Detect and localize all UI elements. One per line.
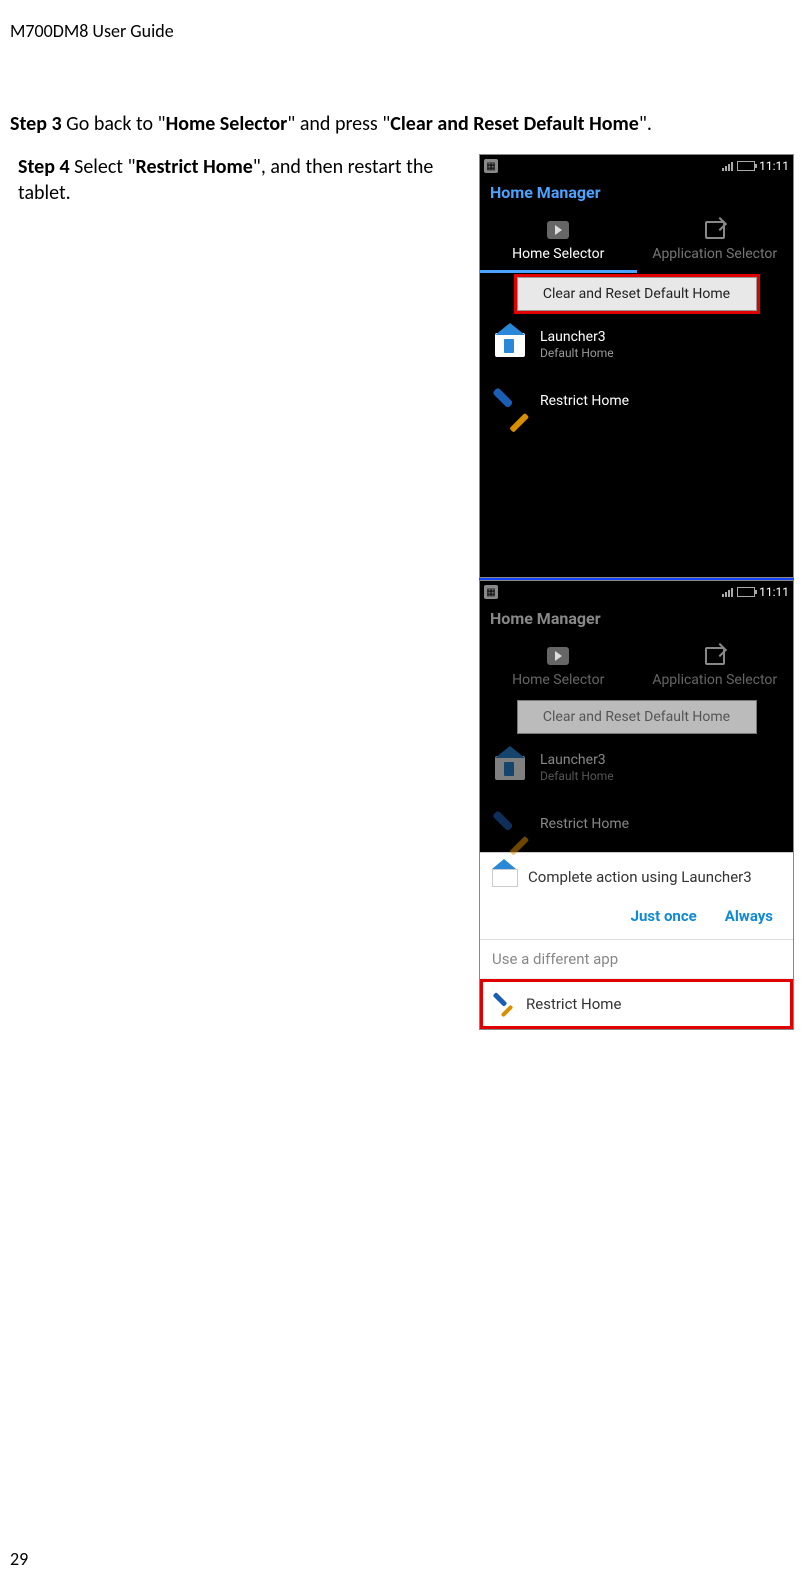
step4-t1: Select " xyxy=(70,155,136,179)
launch-icon xyxy=(705,221,725,239)
tab-home-selector: Home Selector xyxy=(480,634,637,696)
step4-line: Step 4 Select "Restrict Home", and then … xyxy=(18,154,469,206)
house-icon xyxy=(495,333,525,357)
tab-app-selector: Application Selector xyxy=(637,634,794,696)
step3-prefix: Step 3 xyxy=(10,112,62,136)
app-title: Home Manager xyxy=(480,177,793,208)
status-bar: ▦ 11:11 xyxy=(480,581,793,603)
signal-icon xyxy=(722,587,733,597)
status-bar: ▦ 11:11 xyxy=(480,155,793,177)
launcher-item-restrict[interactable]: Restrict Home xyxy=(480,373,793,429)
page-number: 29 xyxy=(10,1548,28,1570)
always-button[interactable]: Always xyxy=(725,907,773,925)
chooser-restrict-home[interactable]: Restrict Home xyxy=(480,979,793,1029)
step3-b2: Clear and Reset Default Home xyxy=(390,112,639,136)
use-different-app-label: Use a different app xyxy=(480,939,793,979)
house-icon xyxy=(492,867,516,887)
screenshot-1: ▦ 11:11 Home Manager Home Selector xyxy=(479,154,794,578)
clock: 11:11 xyxy=(759,159,789,173)
launcher2-title: Restrict Home xyxy=(540,816,629,832)
play-icon xyxy=(547,221,569,239)
tab-app-label: Application Selector xyxy=(652,246,777,262)
chooser-launcher3[interactable]: Complete action using Launcher3 xyxy=(480,853,793,901)
launcher1-title: Launcher3 xyxy=(540,752,606,768)
signal-icon xyxy=(722,161,733,171)
step4-b1: Restrict Home xyxy=(136,155,253,179)
launcher1-sub: Default Home xyxy=(540,769,614,783)
screenshot-2: ▦ 11:11 Home Manager Home Selector xyxy=(479,580,794,1030)
chooser-restrict-label: Restrict Home xyxy=(526,995,621,1013)
doc-header: M700DM8 User Guide xyxy=(10,20,794,42)
tab-home-label: Home Selector xyxy=(512,672,604,688)
step3-t2: " and press " xyxy=(287,112,390,136)
launcher1-title: Launcher3 xyxy=(540,329,606,345)
clear-reset-button[interactable]: Clear and Reset Default Home xyxy=(517,277,757,311)
running-app-icon: ▦ xyxy=(484,585,498,599)
wrench-icon xyxy=(493,384,527,418)
step3-line: Step 3 Go back to "Home Selector" and pr… xyxy=(10,112,794,136)
chooser-title: Complete action using Launcher3 xyxy=(528,868,752,886)
battery-icon xyxy=(737,161,755,171)
action-chooser: Complete action using Launcher3 Just onc… xyxy=(480,852,793,1029)
launcher-item-launcher3[interactable]: Launcher3 Default Home xyxy=(480,317,793,373)
step3-t3: ". xyxy=(639,112,652,136)
step3-b1: Home Selector xyxy=(166,112,288,136)
just-once-button[interactable]: Just once xyxy=(631,907,697,925)
house-icon xyxy=(495,756,525,780)
clock: 11:11 xyxy=(759,585,789,599)
launcher2-title: Restrict Home xyxy=(540,393,629,409)
app-title-dim: Home Manager xyxy=(480,603,793,634)
tab-app-selector[interactable]: Application Selector xyxy=(637,208,794,273)
launcher1-sub: Default Home xyxy=(540,346,614,360)
running-app-icon: ▦ xyxy=(484,159,498,173)
launcher-item-restrict-dim: Restrict Home xyxy=(480,796,793,852)
wrench-icon xyxy=(492,993,514,1015)
play-icon xyxy=(547,647,569,665)
launch-icon xyxy=(705,647,725,665)
tab-home-label: Home Selector xyxy=(512,246,604,262)
tab-app-label: Application Selector xyxy=(652,672,777,688)
tab-home-selector[interactable]: Home Selector xyxy=(480,208,637,273)
step3-t1: Go back to " xyxy=(62,112,166,136)
wrench-icon xyxy=(493,807,527,841)
battery-icon xyxy=(737,587,755,597)
clear-reset-button-dim: Clear and Reset Default Home xyxy=(517,700,757,734)
launcher-item-launcher3-dim: Launcher3 Default Home xyxy=(480,740,793,796)
step4-prefix: Step 4 xyxy=(18,155,70,179)
